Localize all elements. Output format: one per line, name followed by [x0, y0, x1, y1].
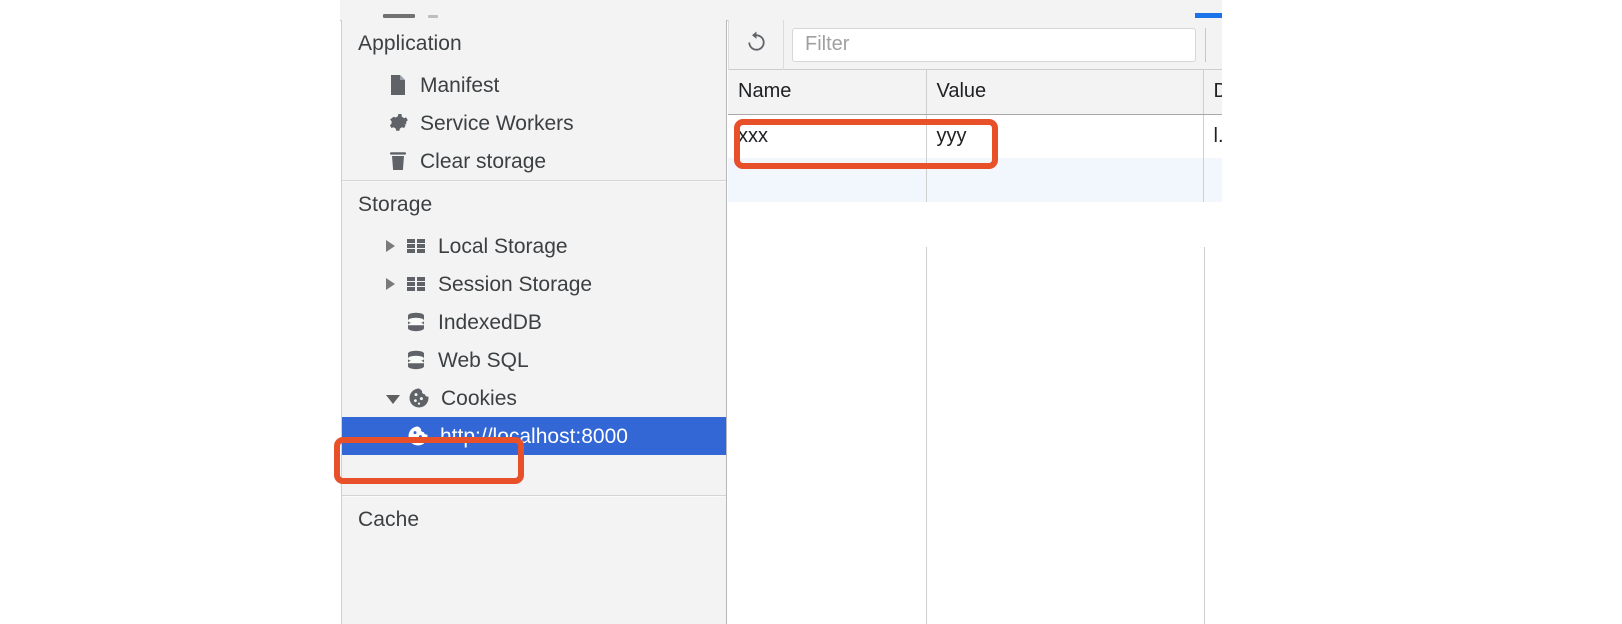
cell-value [926, 158, 1204, 202]
table-header-row: Name Value D [728, 70, 1222, 115]
column-header-domain[interactable]: D [1203, 70, 1222, 115]
sidebar-item-label: Cookies [441, 386, 517, 410]
tab-active-indicator [1195, 13, 1222, 18]
database-icon [404, 310, 428, 334]
cookie-icon [407, 386, 431, 410]
section-title-application: Application [358, 32, 462, 55]
table-row[interactable] [728, 158, 1222, 202]
section-title-cache: Cache [358, 508, 420, 531]
trash-icon [386, 149, 410, 173]
devtools-screenshot: Application Manifest Service Workers Cle… [0, 0, 1622, 624]
devtools-tabstrip[interactable] [340, 0, 1222, 21]
refresh-icon [743, 29, 770, 61]
sidebar-item-cookies[interactable]: Cookies [342, 379, 726, 417]
column-header-value[interactable]: Value [926, 70, 1204, 115]
cookies-table: Name Value D xxx yyy l. [728, 70, 1222, 202]
sidebar-item-label: Session Storage [438, 272, 593, 296]
table-empty-area [728, 247, 1222, 624]
sidebar-item-service-workers[interactable]: Service Workers [342, 104, 726, 142]
sidebar-item-label: Manifest [420, 73, 500, 97]
document-icon [386, 73, 410, 97]
cell-value: yyy [926, 114, 1204, 158]
chevron-down-icon[interactable] [386, 394, 400, 404]
column-rule-value [1204, 247, 1205, 624]
cookies-toolbar: Filter [728, 20, 1222, 70]
sidebar-item-label: http://localhost:8000 [440, 424, 628, 448]
column-rule-name [926, 247, 927, 624]
filter-input[interactable]: Filter [792, 27, 1196, 62]
column-header-name[interactable]: Name [728, 70, 927, 115]
cell-name: xxx [728, 114, 927, 158]
refresh-button[interactable] [729, 20, 783, 70]
cell-name [728, 158, 927, 202]
table-icon [404, 272, 428, 296]
sidebar-item-manifest[interactable]: Manifest [342, 66, 726, 104]
devtools-panel: Application Manifest Service Workers Cle… [340, 0, 1222, 624]
cookie-icon [406, 424, 430, 448]
database-icon [404, 348, 428, 372]
gear-icon [386, 111, 410, 135]
cell-domain [1203, 158, 1222, 202]
sidebar-item-clear-storage[interactable]: Clear storage [342, 142, 726, 180]
sidebar-item-web-sql[interactable]: Web SQL [342, 341, 726, 379]
sidebar-item-cookie-origin[interactable]: http://localhost:8000 [342, 417, 726, 455]
section-title-storage: Storage [358, 193, 433, 216]
sidebar-item-session-storage[interactable]: Session Storage [342, 265, 726, 303]
chevron-right-icon[interactable] [386, 240, 395, 252]
tab-label-cutoff-secondary[interactable] [428, 15, 438, 18]
sidebar-item-indexeddb[interactable]: IndexedDB [342, 303, 726, 341]
toolbar-divider-right [783, 20, 784, 70]
sidebar-item-label: Local Storage [438, 234, 568, 258]
cell-domain: l. [1203, 114, 1222, 158]
sidebar-item-local-storage[interactable]: Local Storage [342, 227, 726, 265]
sidebar-section-storage: Storage Local Storage Session Storage In… [342, 181, 726, 495]
sidebar-item-label: Clear storage [420, 149, 547, 173]
sidebar-item-label: IndexedDB [438, 310, 542, 334]
toolbar-overflow-divider [1196, 20, 1222, 70]
sidebar-section-cache: Cache [342, 496, 726, 542]
filter-placeholder: Filter [805, 33, 850, 55]
chevron-right-icon[interactable] [386, 278, 395, 290]
table-icon [404, 234, 428, 258]
tab-label-cutoff[interactable] [383, 14, 415, 18]
table-row[interactable]: xxx yyy l. [728, 114, 1222, 158]
application-sidebar[interactable]: Application Manifest Service Workers Cle… [341, 20, 727, 624]
sidebar-item-label: Web SQL [438, 348, 529, 372]
cookies-pane: Filter Name Value D xxx yyy l. [728, 20, 1222, 624]
sidebar-section-application: Application Manifest Service Workers Cle… [342, 20, 726, 180]
sidebar-item-label: Service Workers [420, 111, 574, 135]
